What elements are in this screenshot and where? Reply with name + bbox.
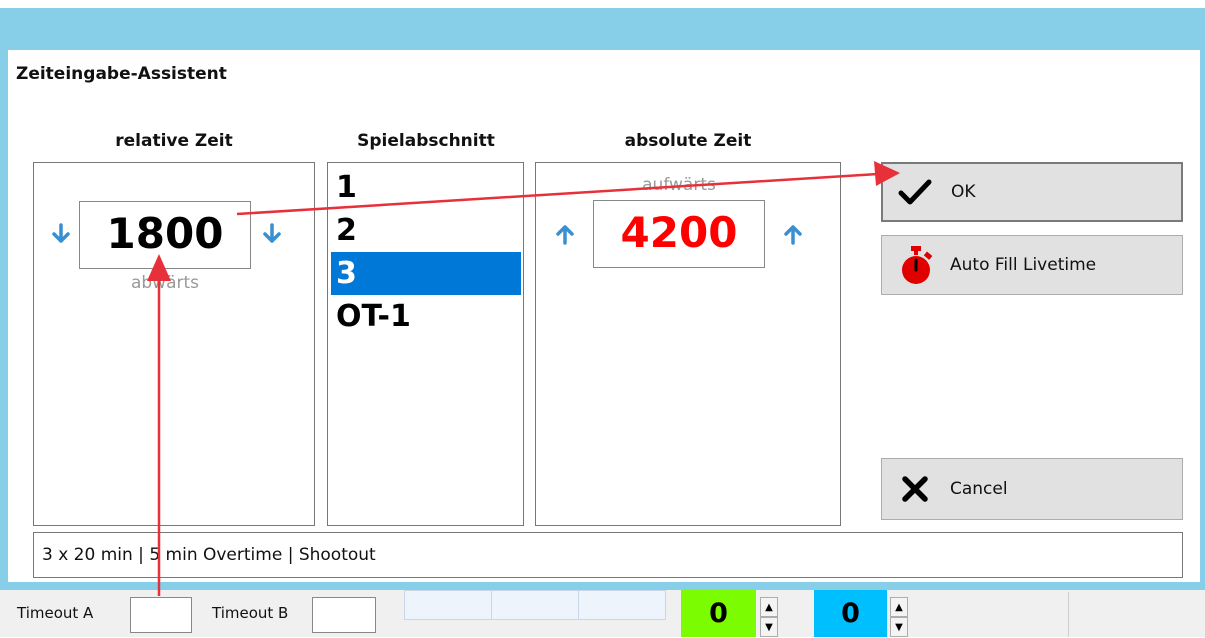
ok-button-label: OK	[951, 182, 976, 202]
period-item-3-selected[interactable]: 3	[331, 252, 521, 295]
score-b[interactable]: 0	[814, 590, 887, 637]
relative-time-panel: 1800 abwärts	[33, 162, 315, 526]
timeout-b-field[interactable]	[312, 597, 376, 633]
cancel-button-label: Cancel	[950, 479, 1008, 499]
timeout-b-label: Timeout B	[212, 604, 289, 622]
absolute-increase-right-button[interactable]	[780, 221, 806, 247]
absolute-time-input[interactable]: 4200	[593, 200, 765, 268]
period-list[interactable]: 1 2 3 OT-1	[327, 162, 524, 526]
score-a[interactable]: 0	[681, 590, 756, 637]
close-icon	[902, 476, 928, 502]
arrow-down-icon	[263, 223, 281, 243]
relative-direction-label: abwärts	[130, 273, 200, 293]
period-item-ot1[interactable]: OT-1	[331, 295, 521, 338]
arrow-up-icon	[556, 225, 574, 245]
period-item-1[interactable]: 1	[331, 166, 521, 209]
grid-divider	[578, 591, 579, 619]
game-mode-info: 3 x 20 min | 5 min Overtime | Shootout	[33, 532, 1183, 578]
absolute-increase-left-button[interactable]	[552, 221, 578, 247]
auto-fill-livetime-label: Auto Fill Livetime	[950, 255, 1097, 275]
score-a-up-button[interactable]: ▲	[760, 597, 778, 617]
timeout-a-label: Timeout A	[17, 604, 94, 622]
score-b-down-button[interactable]: ▼	[890, 617, 908, 637]
toolbar-divider	[1068, 592, 1069, 637]
relative-decrease-right-button[interactable]	[259, 221, 285, 247]
absolute-direction-label: aufwärts	[642, 175, 716, 195]
background-grid	[404, 590, 666, 620]
cancel-button[interactable]: Cancel	[881, 458, 1183, 520]
score-a-down-button[interactable]: ▼	[760, 617, 778, 637]
auto-fill-livetime-button[interactable]: Auto Fill Livetime	[881, 235, 1183, 295]
period-header: Spielabschnitt	[357, 131, 495, 151]
stopwatch-icon	[902, 246, 933, 284]
timeout-a-field[interactable]	[130, 597, 192, 633]
relative-time-header: relative Zeit	[115, 131, 233, 151]
grid-divider	[491, 591, 492, 619]
period-item-2[interactable]: 2	[331, 209, 521, 252]
ok-button[interactable]: OK	[881, 162, 1183, 222]
score-b-up-button[interactable]: ▲	[890, 597, 908, 617]
relative-time-input[interactable]: 1800	[79, 201, 251, 269]
checkmark-icon	[898, 179, 932, 205]
relative-decrease-left-button[interactable]	[48, 221, 74, 247]
arrow-down-icon	[52, 223, 70, 243]
absolute-time-panel: aufwärts 4200	[535, 162, 841, 526]
absolute-time-header: absolute Zeit	[624, 131, 752, 151]
window-top-strip	[0, 0, 1205, 8]
arrow-up-icon	[784, 225, 802, 245]
dialog-title: Zeiteingabe-Assistent	[16, 64, 227, 84]
